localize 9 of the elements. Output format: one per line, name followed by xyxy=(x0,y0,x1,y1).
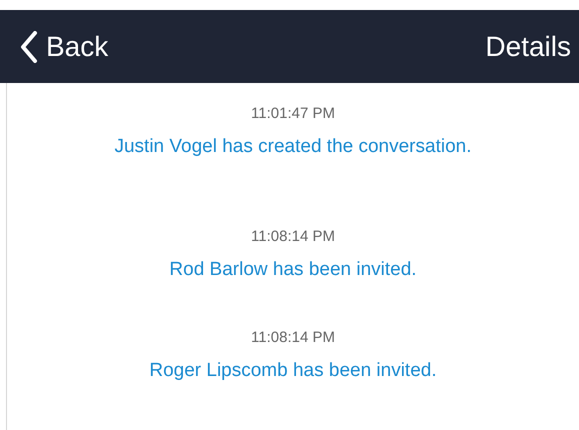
back-button[interactable]: Back xyxy=(20,30,108,62)
chevron-left-icon xyxy=(20,30,38,62)
event-time: 11:01:47 PM xyxy=(251,105,335,122)
event-message: Roger Lipscomb has been invited. xyxy=(149,360,437,382)
event-message: Rod Barlow has been invited. xyxy=(169,259,417,281)
event-message: Justin Vogel has created the conversation. xyxy=(114,136,472,158)
details-link[interactable]: Details xyxy=(485,30,571,62)
event-time: 11:08:14 PM xyxy=(251,329,335,346)
event-time: 11:08:14 PM xyxy=(251,228,335,245)
